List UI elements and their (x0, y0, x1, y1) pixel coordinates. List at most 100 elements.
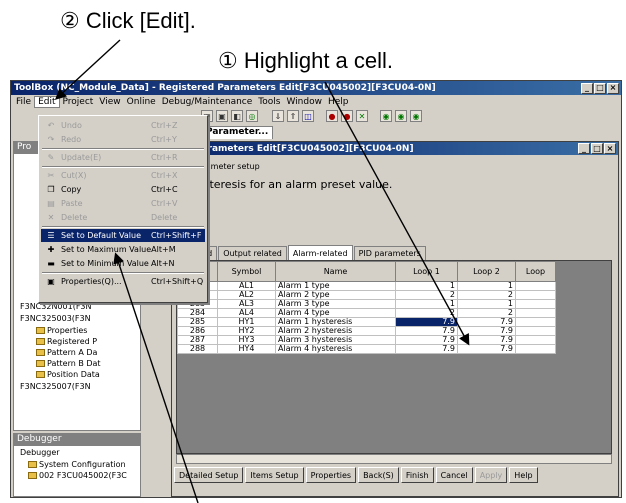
cell-loop1[interactable]: 7.9 (395, 326, 458, 336)
cell-register[interactable]: 285 (177, 317, 218, 327)
menu-item-undo[interactable]: ↶ Undo Ctrl+Z (41, 119, 205, 132)
toolbar-stop-icon[interactable]: ● (326, 110, 338, 122)
cell-name[interactable]: Alarm 2 type (275, 290, 396, 300)
cell-loop2[interactable]: 1 (457, 299, 516, 309)
cell-loop3[interactable] (515, 308, 556, 318)
cell-loop3[interactable] (515, 317, 556, 327)
cell-register[interactable]: 284 (177, 308, 218, 318)
cell-loop3[interactable] (515, 335, 556, 345)
menu-item-update-e[interactable]: ✎ Update(E) Ctrl+R (41, 151, 205, 164)
toolbar-window-icon[interactable]: ▣ (216, 110, 228, 122)
cell-loop1[interactable]: 2 (395, 290, 458, 300)
cell-loop2[interactable]: 7.9 (457, 335, 516, 345)
toolbar-debug3-icon[interactable]: ◉ (410, 110, 422, 122)
tree-item-f3nc325003[interactable]: F3NC325003(F3N (20, 314, 91, 323)
menu-online[interactable]: Online (124, 97, 159, 107)
column-header-loop3[interactable]: Loop (515, 261, 556, 282)
cell-register[interactable]: 287 (177, 335, 218, 345)
toolbar-tools-icon[interactable]: ✕ (356, 110, 368, 122)
close-button[interactable]: × (607, 82, 619, 94)
cell-loop2[interactable]: 2 (457, 308, 516, 318)
menu-item-delete[interactable]: ✕ Delete Delete (41, 211, 205, 224)
toolbar-monitor-icon[interactable]: ◎ (246, 110, 258, 122)
menu-view[interactable]: View (96, 97, 123, 107)
menu-item-set-to-minimum-value[interactable]: ▬ Set to Minimum Value Alt+N (41, 257, 205, 270)
horizontal-scrollbar[interactable] (176, 454, 612, 464)
button-apply[interactable]: Apply (474, 467, 508, 483)
toolbar-download-icon[interactable]: ⇓ (272, 110, 284, 122)
tree-item-pattern-a[interactable]: Pattern A Da (36, 348, 97, 357)
menu-item-set-to-default-value[interactable]: ☰ Set to Default Value Ctrl+Shift+F (41, 229, 205, 242)
table-row[interactable]: 286 HY2 Alarm 2 hysteresis 7.9 7.9 (177, 326, 556, 336)
cell-loop2[interactable]: 7.9 (457, 344, 516, 354)
toolbar-upload-icon[interactable]: ⇑ (287, 110, 299, 122)
table-row[interactable]: 31AL1Alarm 1 type11 (177, 281, 556, 291)
minimize-button[interactable]: _ (581, 82, 593, 94)
tree-item-system-configuration[interactable]: System Configuration (28, 460, 126, 469)
table-row[interactable]: 284 AL4 Alarm 4 type 2 2 (177, 308, 556, 318)
tree-item-f3nc32n001[interactable]: F3NC32N001(F3N (20, 302, 92, 311)
toolbar-split-icon[interactable]: ◧ (231, 110, 243, 122)
tab-parameter[interactable]: Parameter... (201, 126, 274, 139)
column-header-loop2[interactable]: Loop 2 (457, 261, 516, 282)
cell-name[interactable]: Alarm 2 hysteresis (275, 326, 396, 336)
column-header-symbol[interactable]: Symbol (217, 261, 276, 282)
menu-item-copy[interactable]: ❐ Copy Ctrl+C (41, 183, 205, 196)
button-properties[interactable]: Properties (305, 467, 357, 483)
column-header-name[interactable]: Name (275, 261, 396, 282)
button-detailed-setup[interactable]: Detailed Setup (174, 467, 244, 483)
cell-register[interactable]: 286 (177, 326, 218, 336)
tab-alarm-related[interactable]: Alarm-related (287, 245, 353, 260)
cell-symbol[interactable]: HY1 (217, 317, 276, 327)
menu-help[interactable]: Help (325, 97, 352, 107)
menu-edit[interactable]: Edit (34, 95, 60, 108)
inner-maximize-button[interactable]: □ (591, 143, 603, 154)
cell-name[interactable]: Alarm 3 type (275, 299, 396, 309)
menu-project[interactable]: Project (60, 97, 97, 107)
table-row[interactable]: 32AL2Alarm 2 type22 (177, 290, 556, 300)
maximize-button[interactable]: □ (594, 82, 606, 94)
tree-item-f3nc325007[interactable]: F3NC325007(F3N (20, 382, 91, 391)
tree-item-position-data[interactable]: Position Data (36, 370, 100, 379)
menu-item-properties-q[interactable]: ▣ Properties(Q)... Ctrl+Shift+Q (41, 275, 205, 288)
button-help[interactable]: Help (509, 467, 538, 483)
cell-symbol[interactable]: AL3 (217, 299, 276, 309)
tree-item-f3cu045002[interactable]: 002 F3CU045002(F3C (28, 471, 127, 480)
button-items-setup[interactable]: Items Setup (245, 467, 304, 483)
menu-item-paste[interactable]: ▤ Paste Ctrl+V (41, 197, 205, 210)
tree-item-debugger[interactable]: Debugger (20, 448, 60, 457)
cell-loop3[interactable] (515, 326, 556, 336)
cell-name[interactable]: Alarm 1 hysteresis (275, 317, 396, 327)
menu-item-set-to-maximum-value[interactable]: ✚ Set to Maximum Value Alt+M (41, 243, 205, 256)
cell-symbol[interactable]: AL4 (217, 308, 276, 318)
menu-file[interactable]: File (13, 97, 34, 107)
table-row[interactable]: 288 HY4 Alarm 4 hysteresis 7.9 7.9 (177, 344, 556, 354)
toolbar-debug1-icon[interactable]: ◉ (380, 110, 392, 122)
toolbar-run-icon[interactable]: ● (341, 110, 353, 122)
cell-symbol[interactable]: AL2 (217, 290, 276, 300)
cell-symbol[interactable]: HY4 (217, 344, 276, 354)
tree-item-properties[interactable]: Properties (36, 326, 87, 335)
cell-symbol[interactable]: AL1 (217, 281, 276, 291)
menu-window[interactable]: Window (283, 97, 325, 107)
cell-name[interactable]: Alarm 3 hysteresis (275, 335, 396, 345)
inner-close-button[interactable]: × (604, 143, 616, 154)
cell-loop3[interactable] (515, 299, 556, 309)
menu-tools[interactable]: Tools (255, 97, 283, 107)
cell-name[interactable]: Alarm 4 hysteresis (275, 344, 396, 354)
inner-minimize-button[interactable]: _ (578, 143, 590, 154)
cell-loop1[interactable]: 1 (395, 281, 458, 291)
button-cancel[interactable]: Cancel (435, 467, 473, 483)
menu-debug-maintenance[interactable]: Debug/Maintenance (159, 97, 256, 107)
menu-item-redo[interactable]: ↷ Redo Ctrl+Y (41, 133, 205, 146)
table-row[interactable]: 285 HY1 Alarm 1 hysteresis 7.9 7.9 (177, 317, 556, 327)
cell-loop2[interactable]: 1 (457, 281, 516, 291)
cell-name[interactable]: Alarm 4 type (275, 308, 396, 318)
tab-output-related[interactable]: Output related (218, 246, 287, 260)
cell-loop2[interactable]: 7.9 (457, 326, 516, 336)
cell-loop1[interactable]: 7.9 (395, 344, 458, 354)
toolbar-compare-icon[interactable]: ◫ (302, 110, 314, 122)
tree-item-pattern-b[interactable]: Pattern B Dat (36, 359, 101, 368)
cell-loop1[interactable]: 2 (395, 308, 458, 318)
toolbar-debug2-icon[interactable]: ◉ (395, 110, 407, 122)
